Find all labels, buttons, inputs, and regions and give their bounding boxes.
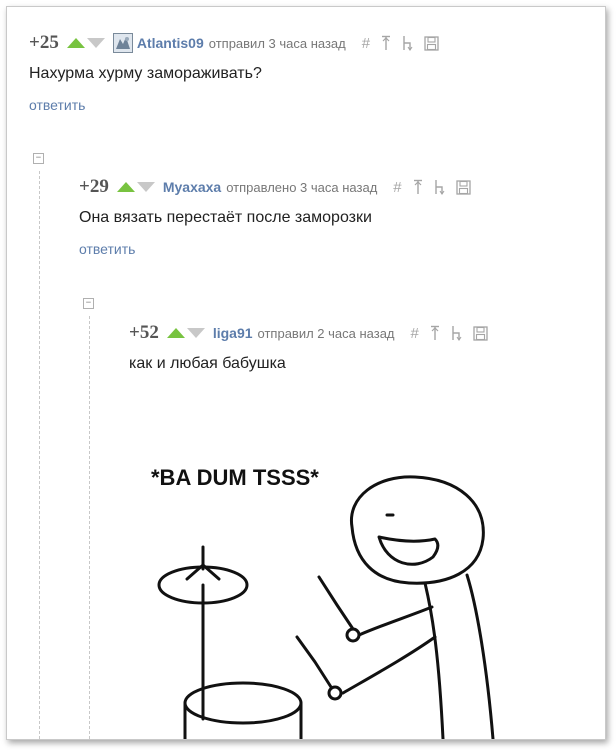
- meme-caption: *BA DUM TSSS*: [151, 465, 319, 490]
- thread-line: [39, 171, 40, 739]
- comment-3: +52 liga91 отправил 2 часа назад # как и…: [129, 321, 488, 373]
- comment-tools: #: [393, 179, 471, 196]
- comment-2: +29 Myaxaxa отправлено 3 часа назад # Он…: [79, 175, 471, 259]
- drummer-drawing: [157, 475, 495, 739]
- upvote-arrow-icon[interactable]: [166, 328, 185, 338]
- post-time: отправлено 3 часа назад: [226, 179, 378, 195]
- author-name[interactable]: Myaxaxa: [163, 179, 221, 195]
- hash-icon[interactable]: #: [362, 35, 370, 52]
- save-icon[interactable]: [455, 179, 471, 195]
- comment-text: Нахурма хурму замораживать?: [29, 65, 262, 82]
- post-time: отправил 3 часа назад: [208, 35, 346, 51]
- reply-link[interactable]: ответить: [79, 241, 135, 257]
- comment-meta: +29 Myaxaxa отправлено 3 часа назад #: [79, 175, 471, 199]
- rating: +52: [129, 322, 159, 343]
- collapse-icon[interactable]: −: [33, 153, 44, 164]
- downvote-arrow-icon[interactable]: [86, 38, 105, 48]
- author-name[interactable]: Atlantis09: [137, 35, 204, 51]
- reply-link[interactable]: ответить: [29, 97, 85, 113]
- rating: +29: [79, 176, 109, 197]
- comment-tools: #: [362, 35, 439, 52]
- parent-arrow-icon[interactable]: [434, 179, 445, 195]
- downvote-arrow-icon[interactable]: [136, 182, 155, 192]
- parent-arrow-icon[interactable]: [451, 325, 462, 341]
- comment-text: Она вязать перестаёт после заморозки: [79, 209, 372, 226]
- save-icon[interactable]: [473, 325, 488, 341]
- arrow-up-icon[interactable]: [430, 325, 440, 341]
- collapse-icon[interactable]: −: [83, 298, 94, 309]
- post-time: отправил 2 часа назад: [257, 325, 395, 341]
- author-name[interactable]: liga91: [213, 325, 253, 341]
- arrow-up-icon[interactable]: [381, 35, 391, 51]
- upvote-arrow-icon[interactable]: [66, 38, 85, 48]
- comment-1: +25 Atlantis09 отправил 3 часа назад # Н…: [29, 31, 439, 115]
- meme-image: *BA DUM TSSS*: [151, 465, 495, 739]
- upvote-arrow-icon[interactable]: [116, 182, 135, 192]
- save-icon[interactable]: [424, 35, 439, 51]
- thread-line: [89, 316, 90, 739]
- downvote-arrow-icon[interactable]: [186, 328, 205, 338]
- comment-tools: #: [411, 325, 488, 342]
- rating: +25: [29, 32, 59, 53]
- comment-meta: +25 Atlantis09 отправил 3 часа назад #: [29, 31, 439, 55]
- hash-icon[interactable]: #: [393, 179, 401, 196]
- parent-arrow-icon[interactable]: [402, 35, 413, 51]
- comment-meta: +52 liga91 отправил 2 часа назад #: [129, 321, 488, 345]
- arrow-up-icon[interactable]: [413, 179, 423, 195]
- avatar-icon[interactable]: [112, 33, 133, 53]
- comments-panel: +25 Atlantis09 отправил 3 часа назад # Н…: [6, 6, 606, 740]
- comment-text: как и любая бабушка: [129, 355, 286, 372]
- hash-icon[interactable]: #: [411, 325, 419, 342]
